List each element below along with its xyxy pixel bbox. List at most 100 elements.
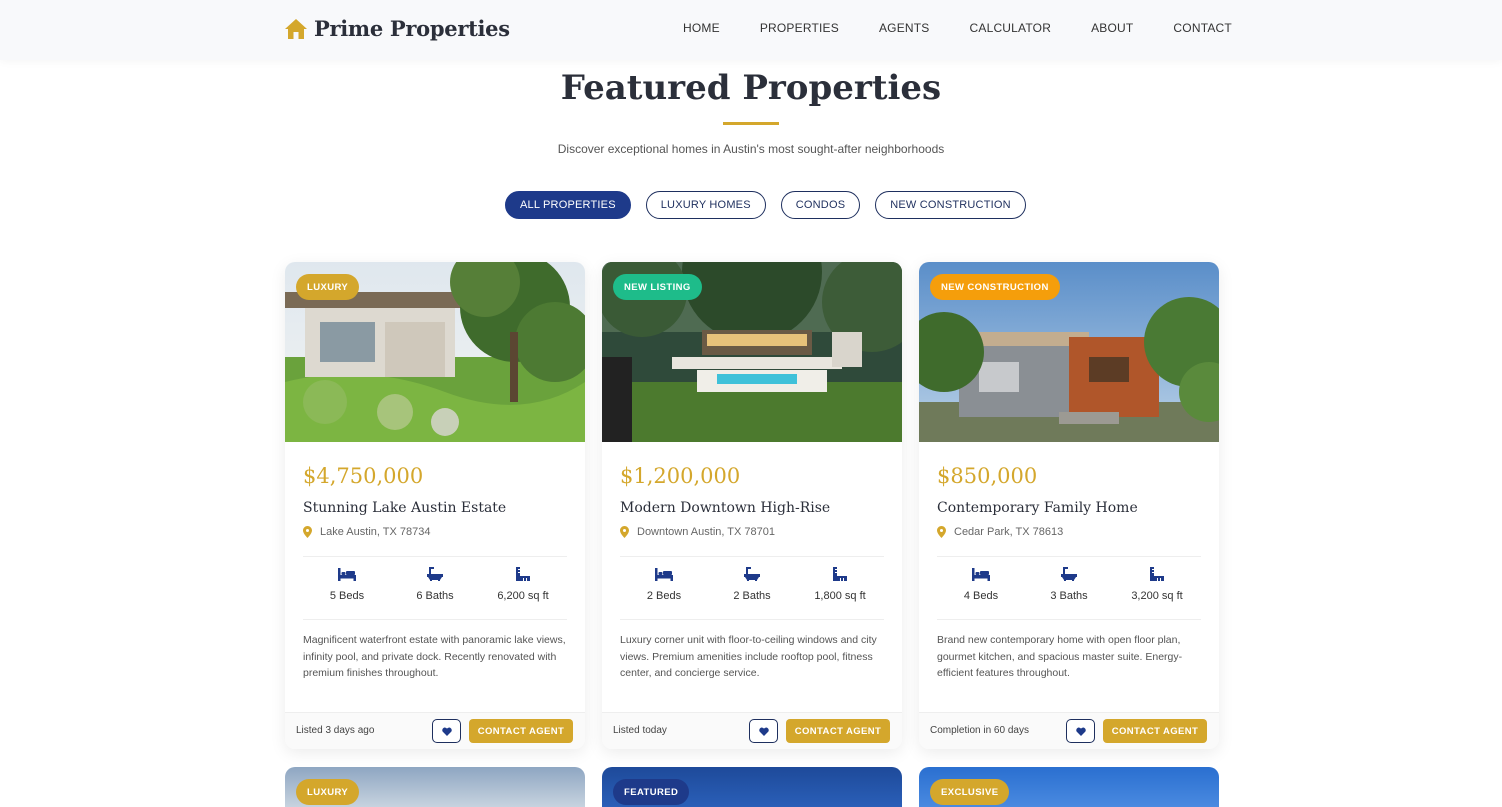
listed-date: Listed 3 days ago [296, 725, 375, 736]
property-location: Downtown Austin, TX 78701 [620, 526, 775, 538]
property-badge: EXCLUSIVE [930, 779, 1010, 805]
property-card[interactable]: LUXURY $4,750,000 Stunning Lake Austin E… [285, 262, 585, 749]
property-photo[interactable]: NEW CONSTRUCTION [919, 262, 1219, 442]
property-description: Brand new contemporary home with open fl… [937, 634, 1183, 679]
section-subtitle: Discover exceptional homes in Austin's m… [557, 142, 945, 156]
nav-calculator[interactable]: CALCULATOR [970, 21, 1052, 35]
bed-icon [338, 568, 356, 581]
filter-new-construction[interactable]: NEW CONSTRUCTION [875, 191, 1026, 219]
card-footer: Listed 3 days ago CONTACT AGENT [285, 712, 585, 749]
brand-name: Prime Properties [314, 16, 510, 41]
ruler-icon [833, 567, 847, 581]
divider [303, 619, 567, 620]
sqft-value: 6,200 sq ft [497, 590, 549, 602]
property-badge: LUXURY [296, 779, 360, 805]
favorite-button[interactable] [1066, 719, 1095, 743]
property-name[interactable]: Stunning Lake Austin Estate [303, 500, 506, 516]
feature-sqft: 1,800 sq ft [796, 567, 884, 602]
main-nav: HOME PROPERTIES AGENTS CALCULATOR ABOUT … [683, 21, 1232, 35]
property-features: 5 Beds 6 Baths 6,200 sq ft [303, 567, 567, 602]
property-features: 4 Beds 3 Baths 3,200 sq ft [937, 567, 1201, 602]
property-price: $850,000 [937, 464, 1038, 488]
property-features: 2 Beds 2 Baths 1,800 sq ft [620, 567, 884, 602]
nav-about[interactable]: ABOUT [1091, 21, 1133, 35]
site-header: Prime Properties HOME PROPERTIES AGENTS … [0, 0, 1502, 60]
nav-properties[interactable]: PROPERTIES [760, 21, 839, 35]
card-footer: Listed today CONTACT AGENT [602, 712, 902, 749]
baths-count: 2 Baths [733, 590, 771, 602]
ruler-icon [1150, 567, 1164, 581]
feature-baths: 3 Baths [1025, 567, 1113, 602]
feature-sqft: 3,200 sq ft [1113, 567, 1201, 602]
feature-sqft: 6,200 sq ft [479, 567, 567, 602]
property-badge: LUXURY [296, 274, 360, 300]
contact-agent-button[interactable]: CONTACT AGENT [786, 719, 890, 743]
card-footer: Completion in 60 days CONTACT AGENT [919, 712, 1219, 749]
house-icon [285, 18, 307, 39]
property-card-partial[interactable]: FEATURED [602, 767, 902, 807]
property-name[interactable]: Contemporary Family Home [937, 500, 1138, 516]
map-pin-icon [303, 526, 312, 538]
section-title: Featured Properties [560, 68, 942, 108]
beds-count: 5 Beds [329, 590, 365, 602]
feature-beds: 4 Beds [937, 567, 1025, 602]
property-price: $1,200,000 [620, 464, 741, 488]
filter-luxury-homes[interactable]: LUXURY HOMES [645, 191, 766, 219]
listed-date: Listed today [613, 725, 667, 736]
contact-agent-button[interactable]: CONTACT AGENT [469, 719, 573, 743]
property-badge: FEATURED [613, 779, 690, 805]
filter-condos[interactable]: CONDOS [780, 191, 861, 219]
favorite-button[interactable] [432, 719, 461, 743]
favorite-button[interactable] [749, 719, 778, 743]
heart-icon [441, 727, 452, 736]
sqft-value: 1,800 sq ft [814, 590, 866, 602]
contact-agent-button[interactable]: CONTACT AGENT [1103, 719, 1207, 743]
divider [937, 556, 1201, 557]
property-card-partial[interactable]: EXCLUSIVE [919, 767, 1219, 807]
property-location: Cedar Park, TX 78613 [937, 526, 1063, 538]
map-pin-icon [937, 526, 946, 538]
bed-icon [655, 568, 673, 581]
property-price: $4,750,000 [303, 464, 424, 488]
location-text: Cedar Park, TX 78613 [954, 526, 1064, 538]
bed-icon [972, 568, 990, 581]
baths-count: 3 Baths [1050, 590, 1088, 602]
beds-count: 2 Beds [646, 590, 682, 602]
nav-contact[interactable]: CONTACT [1173, 21, 1232, 35]
feature-beds: 2 Beds [620, 567, 708, 602]
divider [620, 556, 884, 557]
property-location: Lake Austin, TX 78734 [303, 526, 431, 538]
nav-home[interactable]: HOME [683, 21, 720, 35]
property-card[interactable]: NEW LISTING $1,200,000 Modern Downtown H… [602, 262, 902, 749]
location-text: Lake Austin, TX 78734 [320, 526, 431, 538]
filter-all-properties[interactable]: ALL PROPERTIES [505, 191, 631, 219]
divider [937, 619, 1201, 620]
logo[interactable]: Prime Properties [284, 16, 510, 41]
property-photo[interactable]: LUXURY [285, 262, 585, 442]
location-text: Downtown Austin, TX 78701 [637, 526, 775, 538]
property-description: Luxury corner unit with floor-to-ceiling… [620, 634, 877, 679]
bath-icon [744, 567, 760, 581]
divider [303, 556, 567, 557]
map-pin-icon [620, 526, 629, 538]
bath-icon [1061, 567, 1077, 581]
feature-beds: 5 Beds [303, 567, 391, 602]
property-card[interactable]: NEW CONSTRUCTION $850,000 Contemporary F… [919, 262, 1219, 749]
property-photo[interactable]: NEW LISTING [602, 262, 902, 442]
property-name[interactable]: Modern Downtown High-Rise [620, 500, 830, 516]
sqft-value: 3,200 sq ft [1131, 590, 1183, 602]
ruler-icon [516, 567, 530, 581]
title-underline [723, 122, 779, 125]
nav-agents[interactable]: AGENTS [879, 21, 930, 35]
property-card-partial[interactable]: LUXURY [285, 767, 585, 807]
listed-date: Completion in 60 days [930, 725, 1029, 736]
divider [620, 619, 884, 620]
beds-count: 4 Beds [963, 590, 999, 602]
property-description: Magnificent waterfront estate with panor… [303, 634, 566, 679]
feature-baths: 2 Baths [708, 567, 796, 602]
feature-baths: 6 Baths [391, 567, 479, 602]
filter-bar: ALL PROPERTIES LUXURY HOMES CONDOS NEW C… [505, 191, 1026, 219]
bath-icon [427, 567, 443, 581]
heart-icon [758, 727, 769, 736]
property-badge: NEW LISTING [613, 274, 702, 300]
